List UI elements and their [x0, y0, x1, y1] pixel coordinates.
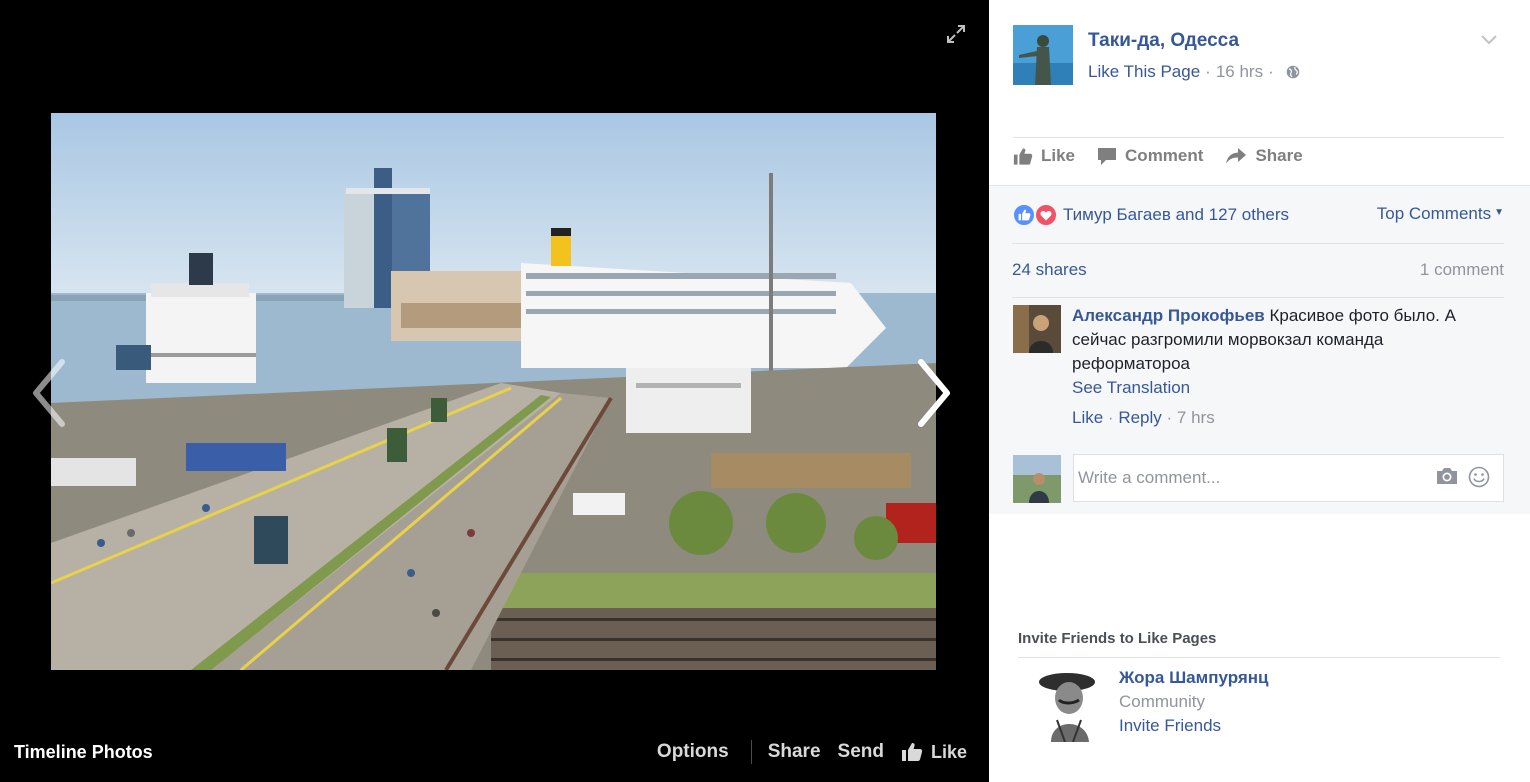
invite-friends-link[interactable]: Invite Friends	[1119, 716, 1221, 736]
expand-icon[interactable]	[944, 22, 968, 46]
divider	[1012, 243, 1504, 244]
chevron-right-icon	[918, 359, 950, 427]
like-reaction-icon	[1012, 203, 1036, 227]
comment-author-link[interactable]: Александр Прокофьев	[1072, 306, 1265, 325]
previous-photo-button[interactable]	[28, 358, 68, 428]
comment-button[interactable]: Comment	[1097, 146, 1203, 166]
emoji-icon[interactable]	[1468, 466, 1490, 493]
share-button[interactable]: Share	[768, 741, 821, 763]
page-avatar-image	[1013, 25, 1073, 85]
love-reaction-icon	[1034, 203, 1058, 227]
chevron-left-icon	[33, 359, 65, 427]
page-avatar[interactable]	[1013, 25, 1073, 85]
suggested-page-name-link[interactable]: Жора Шампурянц	[1119, 668, 1269, 688]
divider	[1012, 297, 1504, 298]
shares-count-link[interactable]: 24 shares	[1012, 260, 1087, 280]
post-time[interactable]: 16 hrs	[1216, 62, 1263, 82]
thumbs-up-icon	[901, 743, 923, 761]
photo-like-label: Like	[930, 741, 967, 762]
current-user-avatar	[1013, 455, 1061, 503]
comment-label: Comment	[1125, 146, 1204, 165]
like-button[interactable]: Like	[1013, 146, 1075, 166]
send-button[interactable]: Send	[838, 741, 884, 763]
comment-time[interactable]: 7 hrs	[1177, 408, 1215, 427]
comment-actions: Like · Reply · 7 hrs	[1072, 408, 1215, 427]
comment-icon	[1098, 147, 1117, 165]
see-translation-link[interactable]: See Translation	[1072, 376, 1502, 400]
like-label: Like	[1041, 146, 1076, 165]
photo-viewer: Timeline Photos Options Share Send Like	[0, 0, 989, 782]
post-side-panel: Таки-да, Одесса Like This Page · 16 hrs …	[989, 0, 1530, 782]
globe-icon	[1286, 65, 1300, 79]
invite-section-title: Invite Friends to Like Pages	[1018, 630, 1217, 647]
photo-like-button[interactable]: Like	[901, 742, 967, 763]
commenter-avatar[interactable]	[1013, 305, 1061, 353]
footer-actions: Options Share Send Like	[657, 740, 967, 764]
options-button[interactable]: Options	[657, 741, 729, 763]
caret-down-icon: ▼	[1494, 207, 1504, 218]
camera-icon[interactable]	[1436, 467, 1458, 490]
footer-divider	[750, 740, 752, 764]
thumbs-up-icon	[1013, 147, 1033, 165]
suggested-page-avatar[interactable]	[1037, 668, 1103, 743]
comment-body: Александр Прокофьев Красивое фото было. …	[1072, 304, 1502, 430]
reactions-summary[interactable]: Тимур Багаев and 127 others	[1012, 203, 1289, 227]
top-comments-dropdown[interactable]: Top Comments ▼	[1377, 204, 1504, 224]
port-scene-illustration	[51, 113, 936, 670]
divider	[1013, 137, 1504, 138]
comment-like-link[interactable]: Like	[1072, 408, 1103, 427]
comment-count-link[interactable]: 1 comment	[1420, 260, 1504, 280]
timeline-photo[interactable]	[51, 113, 936, 670]
top-comments-label: Top Comments	[1376, 204, 1492, 223]
page-name-link[interactable]: Таки-да, Одесса	[1088, 30, 1239, 52]
comment-reply-link[interactable]: Reply	[1118, 408, 1161, 427]
chevron-down-icon	[1481, 35, 1497, 45]
album-title-link[interactable]: Timeline Photos	[14, 742, 153, 763]
post-actions: Like Comment Share	[1013, 146, 1325, 166]
comments-section: Тимур Багаев and 127 others Top Comments…	[989, 185, 1530, 514]
next-photo-button[interactable]	[915, 358, 955, 428]
viewer-footer: Timeline Photos Options Share Send Like	[0, 730, 989, 776]
share-label: Share	[1255, 146, 1303, 165]
post-options-chevron[interactable]	[1479, 30, 1499, 48]
reactions-text[interactable]: Тимур Багаев and 127 others	[1063, 205, 1289, 225]
share-post-button[interactable]: Share	[1225, 146, 1303, 166]
write-comment-row	[1013, 454, 1505, 504]
post-meta: Like This Page · 16 hrs ·	[1088, 62, 1300, 82]
divider	[1018, 657, 1500, 658]
suggested-page-category: Community	[1119, 692, 1205, 711]
share-icon	[1226, 148, 1247, 164]
like-this-page-link[interactable]: Like This Page	[1088, 62, 1200, 82]
